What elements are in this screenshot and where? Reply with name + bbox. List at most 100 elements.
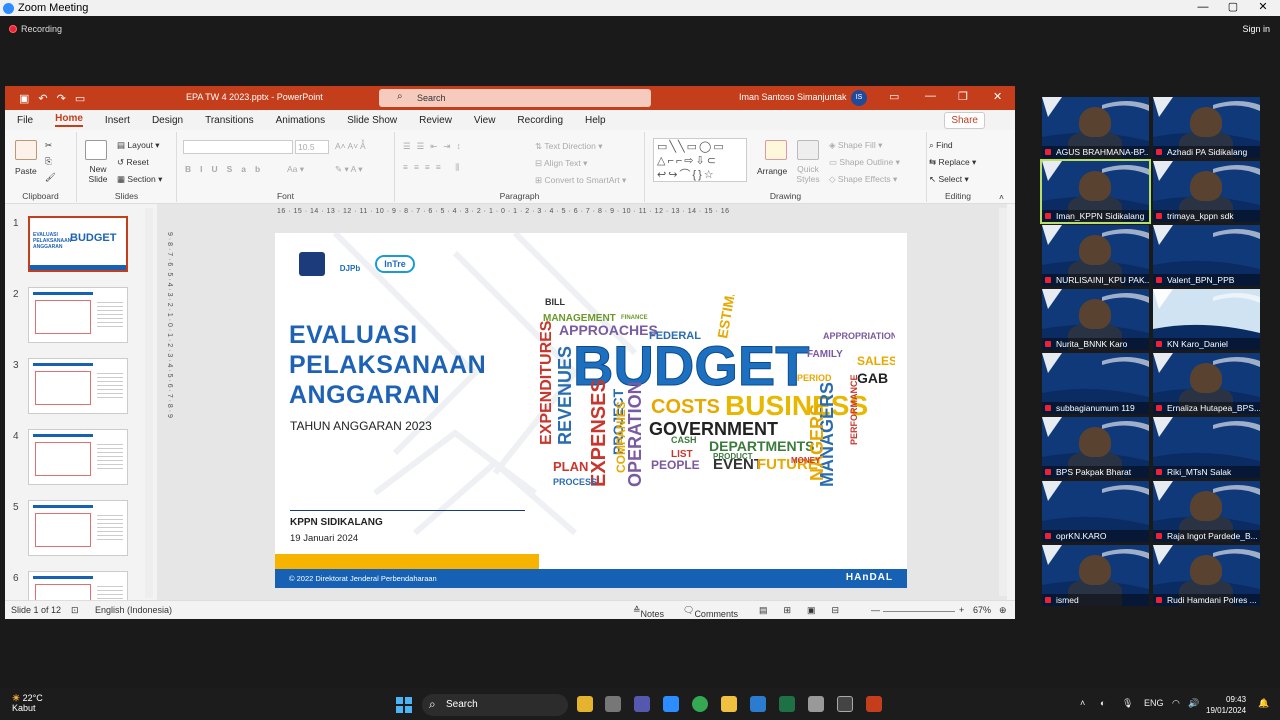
participant-tile[interactable]: ismed <box>1042 545 1149 606</box>
participant-tile[interactable]: Azhadi PA Sidikalang <box>1153 97 1260 158</box>
cut-icon[interactable]: ✂ <box>45 140 52 151</box>
participant-tile[interactable]: trimaya_kppn sdk <box>1153 161 1260 222</box>
wifi-icon[interactable]: ◠ <box>1172 698 1180 709</box>
font-size-buttons[interactable]: A˄ A˅ Aͯ <box>335 141 366 151</box>
tab-help[interactable]: Help <box>585 115 606 126</box>
powerpoint-icon[interactable] <box>866 696 882 712</box>
sign-in-link[interactable]: Sign in <box>1242 24 1270 34</box>
slide-thumbnail[interactable] <box>28 500 128 556</box>
ppt-close-icon[interactable]: ✕ <box>993 90 1002 103</box>
thumbnails-scrollbar[interactable] <box>145 208 153 598</box>
tab-review[interactable]: Review <box>419 115 452 126</box>
zoom-app-icon[interactable] <box>663 696 679 712</box>
notes-button[interactable]: ≙ Notes <box>633 605 664 619</box>
participant-tile[interactable]: NURLISAINI_KPU PAK... <box>1042 225 1149 286</box>
mic-icon[interactable]: 🎙 <box>1122 698 1133 709</box>
ppt-minimize-icon[interactable]: — <box>925 90 936 102</box>
teams-icon[interactable] <box>634 696 650 712</box>
volume-icon[interactable]: 🔊 <box>1188 698 1199 709</box>
recording-indicator[interactable]: Recording <box>9 24 62 34</box>
collapse-ribbon-icon[interactable]: ˄ <box>999 192 1004 202</box>
ppt-user-name[interactable]: Iman Santoso Simanjuntak <box>739 92 847 102</box>
tab-animations[interactable]: Animations <box>276 115 325 126</box>
participant-tile[interactable]: Iman_KPPN Sidikalang <box>1040 159 1151 224</box>
participant-tile[interactable]: AGUS BRAHMANA-BP... <box>1042 97 1149 158</box>
align-buttons[interactable]: ≡≡≡≡ ⫼ <box>403 162 465 173</box>
convert-smartart-button[interactable]: ⊞ Convert to SmartArt ▾ <box>535 175 626 186</box>
find-button[interactable]: ⌕ Find <box>929 140 953 151</box>
paste-button[interactable]: Paste <box>15 166 37 176</box>
shapes-gallery[interactable]: ▭╲╲▭◯▭ △⌐⌐⇨⇩⊂ ↩↪⌒{}☆ <box>653 138 747 182</box>
copilot-icon[interactable] <box>577 696 593 712</box>
arrange-icon[interactable] <box>765 140 787 160</box>
slide-thumbnail[interactable] <box>28 429 128 485</box>
font-name-field[interactable] <box>183 140 293 154</box>
fit-slide-icon[interactable]: ⊕ <box>999 605 1007 616</box>
language-status[interactable]: English (Indonesia) <box>95 605 172 615</box>
participant-tile[interactable]: KN Karo_Daniel <box>1153 289 1260 350</box>
notification-icon[interactable]: 🔔 <box>1258 698 1269 709</box>
terminal-icon[interactable] <box>837 696 853 712</box>
share-button[interactable]: Share <box>944 112 985 129</box>
comments-button[interactable]: 🗨 Comments <box>683 605 738 619</box>
taskbar-search[interactable]: ⌕ Search <box>422 694 568 716</box>
select-button[interactable]: ↖ Select ▾ <box>929 174 969 185</box>
font-color-buttons[interactable]: ✎ ▾ A ▾ <box>335 164 362 175</box>
format-painter-icon[interactable]: 🖌 <box>45 172 56 183</box>
section-button[interactable]: ▦ Section ▾ <box>117 174 162 185</box>
weather-widget[interactable]: ☀ 22°C Kabut <box>12 693 43 713</box>
view-buttons[interactable]: ▤⊞▣⊟ <box>759 605 855 616</box>
participant-tile[interactable]: subbagianumum 119 <box>1042 353 1149 414</box>
shape-outline-button[interactable]: ▭ Shape Outline ▾ <box>829 157 900 168</box>
close-icon[interactable]: ✕ <box>1248 0 1278 16</box>
participant-tile[interactable]: Valent_BPN_PPB <box>1153 225 1260 286</box>
participant-tile[interactable]: Riki_MTsN Salak <box>1153 417 1260 478</box>
canvas-scrollbar[interactable] <box>999 208 1007 596</box>
start-icon[interactable] <box>396 697 412 713</box>
task-view-icon[interactable] <box>605 696 621 712</box>
current-slide[interactable]: DJPb InTre EVALUASI PELAKSANAAN ANGGARAN T… <box>275 233 907 588</box>
layout-button[interactable]: ▤ Layout ▾ <box>117 140 160 151</box>
tray-app-icon[interactable]: ◐ <box>1100 698 1105 708</box>
tab-view[interactable]: View <box>474 115 496 126</box>
list-buttons[interactable]: ☰☰⇤⇥↕ <box>403 141 467 152</box>
chrome-icon[interactable] <box>692 696 708 712</box>
tab-design[interactable]: Design <box>152 115 183 126</box>
participant-tile[interactable]: oprKN.KARO <box>1042 481 1149 542</box>
replace-button[interactable]: ⇆ Replace ▾ <box>929 157 976 168</box>
participant-tile[interactable]: BPS Pakpak Bharat <box>1042 417 1149 478</box>
text-direction-button[interactable]: ⇅ Text Direction ▾ <box>535 141 602 152</box>
quick-styles-button[interactable]: Quick Styles <box>793 164 823 184</box>
paste-icon[interactable] <box>15 140 37 160</box>
tab-slide-show[interactable]: Slide Show <box>347 115 397 126</box>
zoom-level[interactable]: 67% <box>973 605 991 615</box>
ppt-search-box[interactable]: ⌕ Search <box>379 89 651 107</box>
new-slide-icon[interactable] <box>85 140 107 160</box>
maximize-icon[interactable]: ▢ <box>1218 0 1248 16</box>
tab-transitions[interactable]: Transitions <box>205 115 254 126</box>
tab-home[interactable]: Home <box>55 113 83 127</box>
font-style-buttons[interactable]: BIUSab <box>185 164 269 174</box>
tray-language[interactable]: ENG <box>1144 698 1164 708</box>
zoom-out-icon[interactable]: — <box>871 605 880 615</box>
avatar[interactable]: IS <box>851 90 867 106</box>
participant-tile[interactable]: Nurita_BNNK Karo <box>1042 289 1149 350</box>
copy-icon[interactable]: ⎘ <box>45 156 52 167</box>
align-text-button[interactable]: ⊟ Align Text ▾ <box>535 158 587 169</box>
reset-button[interactable]: ↺ Reset <box>117 157 149 168</box>
zoom-slider[interactable] <box>883 611 955 612</box>
minimize-icon[interactable]: — <box>1188 0 1218 16</box>
calculator-icon[interactable] <box>808 696 824 712</box>
font-size-field[interactable]: 10.5 <box>295 140 329 154</box>
slide-thumbnail[interactable]: EVALUASI PELAKSANAAN ANGGARAN BUDGET <box>28 216 128 272</box>
quick-styles-icon[interactable] <box>797 140 819 160</box>
participant-tile[interactable]: Ernaliza Hutapea_BPS... <box>1153 353 1260 414</box>
slide-thumbnail[interactable] <box>28 287 128 343</box>
tab-file[interactable]: File <box>17 115 33 126</box>
quick-access-toolbar[interactable]: ▣↶↷▭ <box>19 92 94 105</box>
participant-tile[interactable]: Raja Ingot Pardede_B... <box>1153 481 1260 542</box>
font-case-button[interactable]: Aa ▾ <box>287 164 304 175</box>
shape-fill-button[interactable]: ◈ Shape Fill ▾ <box>829 140 882 151</box>
tab-insert[interactable]: Insert <box>105 115 130 126</box>
ribbon-display-icon[interactable]: ▭ <box>889 90 899 103</box>
